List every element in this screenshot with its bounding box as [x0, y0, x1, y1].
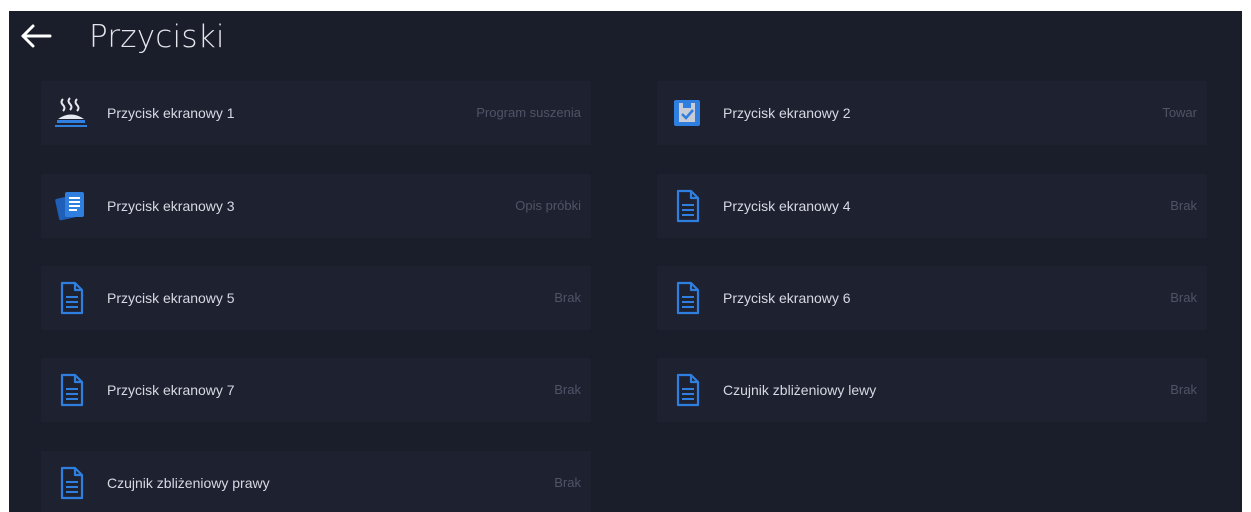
proximity-sensor-right-label: Czujnik zbliżeniowy prawy: [107, 475, 270, 491]
proximity-sensor-right-value: Brak: [554, 475, 581, 490]
sample-description-icon: [55, 192, 84, 221]
product-icon: [674, 100, 700, 126]
screen-button-2-value: Towar: [1162, 105, 1197, 120]
proximity-sensor-left-value: Brak: [1170, 382, 1197, 397]
screen-button-7-label: Przycisk ekranowy 7: [107, 382, 235, 398]
document-icon: [676, 189, 700, 223]
proximity-sensor-left-label: Czujnik zbliżeniowy lewy: [723, 382, 877, 398]
screen-button-4-value: Brak: [1170, 198, 1197, 213]
screen-button-3-tile[interactable]: Przycisk ekranowy 3 Opis próbki: [41, 174, 591, 238]
header: Przyciski: [9, 11, 1242, 67]
screen-button-5-label: Przycisk ekranowy 5: [107, 290, 235, 306]
settings-screen: Przyciski Przycisk ekranowy 1 Program su…: [9, 11, 1242, 512]
page-title: Przyciski: [89, 19, 225, 55]
screen-button-5-tile[interactable]: Przycisk ekranowy 5 Brak: [41, 266, 591, 330]
document-icon: [60, 466, 84, 500]
screen-button-3-value: Opis próbki: [515, 198, 581, 213]
document-icon: [60, 281, 84, 315]
screen-button-1-label: Przycisk ekranowy 1: [107, 105, 235, 121]
screen-button-3-label: Przycisk ekranowy 3: [107, 198, 235, 214]
screen-button-6-tile[interactable]: Przycisk ekranowy 6 Brak: [657, 266, 1207, 330]
proximity-sensor-right-tile[interactable]: Czujnik zbliżeniowy prawy Brak: [41, 451, 591, 512]
drying-program-icon: [55, 97, 87, 127]
screen-button-4-tile[interactable]: Przycisk ekranowy 4 Brak: [657, 174, 1207, 238]
screen-button-2-label: Przycisk ekranowy 2: [723, 105, 851, 121]
screen-button-1-tile[interactable]: Przycisk ekranowy 1 Program suszenia: [41, 81, 591, 145]
screen-button-2-tile[interactable]: Przycisk ekranowy 2 Towar: [657, 81, 1207, 145]
screen-button-7-value: Brak: [554, 382, 581, 397]
screen-button-5-value: Brak: [554, 290, 581, 305]
screen-button-6-value: Brak: [1170, 290, 1197, 305]
document-icon: [676, 281, 700, 315]
screen-button-6-label: Przycisk ekranowy 6: [723, 290, 851, 306]
proximity-sensor-left-tile[interactable]: Czujnik zbliżeniowy lewy Brak: [657, 358, 1207, 422]
screen-button-4-label: Przycisk ekranowy 4: [723, 198, 851, 214]
document-icon: [60, 373, 84, 407]
screen-button-1-value: Program suszenia: [476, 105, 581, 120]
document-icon: [676, 373, 700, 407]
screen-button-7-tile[interactable]: Przycisk ekranowy 7 Brak: [41, 358, 591, 422]
arrow-left-icon[interactable]: [19, 23, 53, 49]
